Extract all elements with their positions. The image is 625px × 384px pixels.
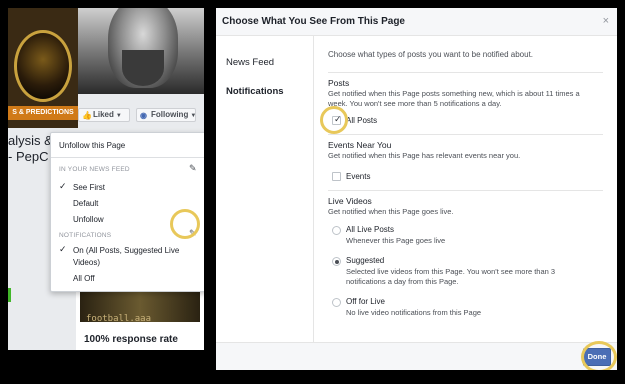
- liked-button[interactable]: 👍 Liked ▼: [78, 108, 130, 122]
- live-videos-description: Get notified when this Page goes live.: [328, 207, 454, 216]
- live-videos-heading: Live Videos: [328, 196, 372, 206]
- suggested-title[interactable]: Suggested: [346, 256, 384, 265]
- notifications-section-label: NOTIFICATIONS: [59, 232, 112, 239]
- page-title-line1: alysis &: [8, 133, 53, 148]
- notifications-dialog: Choose What You See From This Page × New…: [216, 8, 617, 370]
- response-rate: 100% response rate: [84, 334, 178, 345]
- check-icon: ✓: [59, 181, 67, 191]
- caret-down-icon: ▼: [190, 113, 197, 119]
- lead-text: Choose what types of posts you want to b…: [328, 50, 534, 59]
- following-label: Following: [151, 110, 189, 119]
- logo-banner: S & PREDICTIONS: [8, 106, 78, 120]
- page-title-line2: - PepC: [8, 149, 49, 164]
- thumbs-up-icon: 👍: [82, 111, 92, 120]
- highlight-circle: [320, 106, 348, 134]
- events-checkbox[interactable]: [332, 172, 341, 181]
- all-off-item[interactable]: All Off: [73, 274, 204, 283]
- divider: [328, 72, 603, 73]
- nav-item-notifications[interactable]: Notifications: [226, 86, 284, 97]
- divider: [51, 157, 204, 158]
- nav-item-news-feed[interactable]: News Feed: [226, 57, 274, 68]
- events-label[interactable]: Events: [346, 172, 370, 181]
- green-indicator: [8, 288, 11, 302]
- cover-photo[interactable]: [78, 8, 204, 94]
- dialog-footer: Done: [216, 341, 617, 370]
- all-live-posts-title[interactable]: All Live Posts: [346, 225, 394, 234]
- posts-description: Get notified when this Page posts someth…: [328, 89, 580, 108]
- divider: [328, 190, 603, 191]
- dialog-nav: News Feed Notifications: [216, 36, 314, 342]
- profile-picture[interactable]: S & PREDICTIONS: [8, 8, 78, 128]
- notifications-on-item[interactable]: On (All Posts, Suggested Live: [73, 246, 204, 255]
- liked-label: Liked: [93, 110, 114, 119]
- divider: [328, 134, 603, 135]
- rss-icon: ◉: [140, 111, 147, 120]
- close-icon[interactable]: ×: [603, 15, 609, 27]
- caret-down-icon: ▼: [115, 113, 122, 119]
- events-description: Get notified when this Page has relevant…: [328, 151, 521, 160]
- logo-image: [14, 30, 72, 102]
- suggested-desc: Selected live videos from this Page. You…: [346, 267, 556, 286]
- following-button[interactable]: ◉ Following ▼: [136, 108, 196, 122]
- news-feed-section-label: IN YOUR NEWS FEED: [59, 166, 130, 173]
- off-for-live-title[interactable]: Off for Live: [346, 297, 385, 306]
- check-icon: ✓: [59, 244, 67, 254]
- posts-heading: Posts: [328, 78, 350, 88]
- default-item[interactable]: Default: [73, 199, 204, 208]
- all-live-posts-desc: Whenever this Page goes live: [346, 236, 446, 245]
- facebook-page-background: S & PREDICTIONS 👍 Liked ▼ ◉ Following ▼ al…: [8, 8, 204, 350]
- unfollow-page-item[interactable]: Unfollow this Page: [59, 141, 204, 150]
- all-posts-label[interactable]: All Posts: [346, 116, 377, 125]
- cover-beard: [122, 50, 164, 86]
- events-heading: Events Near You: [328, 140, 392, 150]
- notifications-on-item-cont: Videos): [73, 258, 100, 267]
- highlight-circle: [170, 209, 200, 239]
- highlight-circle: [581, 341, 617, 370]
- dialog-header: Choose What You See From This Page ×: [216, 8, 617, 36]
- off-for-live-desc: No live video notifications from this Pa…: [346, 308, 482, 317]
- off-for-live-radio[interactable]: [332, 298, 341, 307]
- all-live-posts-radio[interactable]: [332, 226, 341, 235]
- pencil-icon[interactable]: ✎: [189, 163, 197, 174]
- dialog-title: Choose What You See From This Page: [222, 16, 405, 27]
- dialog-content: Choose what types of posts you want to b…: [314, 36, 617, 342]
- see-first-item[interactable]: See First: [73, 183, 204, 192]
- suggested-radio[interactable]: [332, 257, 341, 266]
- thumbnail-text: football.aaa: [86, 314, 152, 324]
